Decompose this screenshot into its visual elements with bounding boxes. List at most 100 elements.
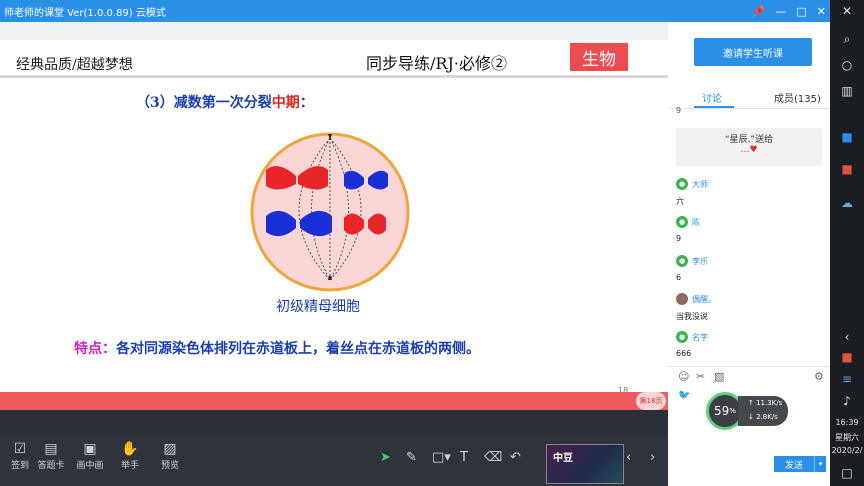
close-button[interactable]: ✕ <box>817 5 826 18</box>
emoji-icon[interactable]: ☺ <box>678 370 689 383</box>
send-options-chevron-icon[interactable]: ▾ <box>814 456 826 472</box>
header-divider <box>0 75 668 78</box>
pen-tool-icon[interactable]: ✎ <box>406 450 417 465</box>
slide-header-center: 同步导练/RJ·必修② <box>366 54 507 73</box>
thumbnail-label: 中豆 <box>553 453 573 464</box>
system-taskbar: ✕ ⌕ ○ ▥ ■ ■ ☁ ‹ ■ ≡ ♪ 16:39 星期六 2020/2/ … <box>830 0 864 486</box>
tray-sound-icon[interactable]: ♪ <box>836 394 858 408</box>
subtitle-highlight: 中期 <box>271 95 300 111</box>
chat-input-toolbar: ☺ ✂ ▧ ⚙ <box>668 366 830 386</box>
app-red-icon[interactable]: ■ <box>836 162 858 176</box>
tab-members[interactable]: 成员(135) <box>774 90 821 105</box>
feature-text: 各对同源染色体排列在赤道板上，着丝点在赤道板的两侧。 <box>116 341 480 357</box>
app-blue-icon[interactable]: ■ <box>836 130 858 144</box>
chevron-left-icon[interactable]: ‹ <box>626 450 631 465</box>
clock-time[interactable]: 16:39 <box>830 418 864 427</box>
tab-discussion[interactable]: 讨论 <box>702 90 722 105</box>
slide-bottom-strip <box>0 410 668 436</box>
upload-speed: ↑ 11.3K/s <box>748 399 783 407</box>
tool-label: 答题卡 <box>37 461 65 471</box>
app-cloud-icon[interactable]: ☁ <box>836 196 858 210</box>
clock-date: 2020/2/ <box>831 446 863 455</box>
window-title: 师老师的课堂 Ver(1.0.0.89) 云模式 <box>4 7 166 19</box>
shape-tool-icon[interactable]: □▾ <box>432 450 451 465</box>
gift-line: “星辰.”送给 <box>724 135 774 145</box>
chat-message: ● 名字 666 <box>676 331 826 358</box>
chat-text: 666 <box>676 349 692 358</box>
minimize-button[interactable]: — <box>775 5 786 18</box>
feature-label: 特点： <box>74 341 116 357</box>
chevron-right-icon[interactable]: › <box>650 450 655 465</box>
tool-preview[interactable]: ▨ 预览 <box>150 440 190 471</box>
slide-header-left: 经典品质/超越梦想 <box>16 57 133 73</box>
settings-gear-icon[interactable]: ⚙ <box>814 370 824 383</box>
pointer-tool-icon[interactable]: ➤ <box>380 450 391 465</box>
tool-picture-in-picture[interactable]: ▣ 画中画 <box>70 440 110 471</box>
wechat-avatar-icon: ● <box>676 331 688 343</box>
tool-label: 画中画 <box>76 461 104 471</box>
chat-sender[interactable]: 名字 <box>692 332 708 343</box>
tool-label: 举手 <box>120 461 139 471</box>
subtitle-prefix: （3）减数第一次分裂 <box>136 95 272 111</box>
tool-answer-card[interactable]: ▤ 答题卡 <box>31 440 71 471</box>
chat-text-top: 9 <box>676 106 682 115</box>
invite-students-button[interactable]: 邀请学生听课 <box>694 38 812 66</box>
chat-message: ● 李乐 6 <box>676 255 826 282</box>
chat-sender[interactable]: 李乐 <box>692 256 708 267</box>
wechat-avatar-icon: ● <box>676 216 688 228</box>
tool-label: 签到 <box>10 461 29 471</box>
chat-text: 9 <box>676 234 682 243</box>
feature-line: 特点：各对同源染色体排列在赤道板上，着丝点在赤道板的两侧。 <box>74 338 480 358</box>
gift-icon: …♥ <box>740 145 758 155</box>
chat-sender[interactable]: 大师 <box>692 179 708 190</box>
maximize-icon[interactable]: □ <box>796 5 806 18</box>
slide-canvas: 经典品质/超越梦想 同步导练/RJ·必修② 生物 （3）减数第一次分裂中期： 初… <box>0 40 668 410</box>
send-button[interactable]: 发送 <box>774 456 814 472</box>
video-thumbnail[interactable]: 中豆 <box>546 444 624 484</box>
network-speed-widget[interactable]: 59% ↑ 11.3K/s ↓ 2.8K/s <box>706 392 788 430</box>
clock-weekday: 星期六 <box>835 433 859 442</box>
pin-icon[interactable]: 📌 <box>752 5 766 18</box>
panel-tabs: 讨论 成员(135) <box>668 86 830 109</box>
page-badge: 第18页 <box>636 392 666 410</box>
notification-icon[interactable]: □ <box>836 466 858 480</box>
usage-percent-unit: % <box>729 407 736 415</box>
speed-readout: ↑ 11.3K/s ↓ 2.8K/s <box>738 396 788 426</box>
tool-label: 预览 <box>160 461 179 471</box>
window-controls: 📌 — □ ✕ <box>752 0 826 22</box>
picture-in-picture-icon: ▣ <box>83 441 97 457</box>
raise-hand-icon: ✋ <box>121 441 139 457</box>
wechat-avatar-icon: ● <box>676 178 688 190</box>
preview-icon: ▨ <box>163 441 177 457</box>
download-speed: ↓ 2.8K/s <box>748 413 778 421</box>
answer-card-icon: ▤ <box>44 441 58 457</box>
tray-network-icon[interactable]: ≡ <box>836 372 858 386</box>
chat-message: ● 陈 9 <box>676 216 826 243</box>
circle-icon[interactable]: ○ <box>836 58 858 72</box>
chat-sender[interactable]: 偶醒。 <box>692 294 716 305</box>
cell-diagram <box>250 132 410 292</box>
tray-expand-chevron-icon[interactable]: ‹ <box>836 330 858 344</box>
eraser-tool-icon[interactable]: ⌫ <box>484 450 502 465</box>
wechat-avatar-icon: ● <box>676 255 688 267</box>
search-icon[interactable]: ⌕ <box>836 32 858 47</box>
cell-label: 初级精母细胞 <box>276 299 360 315</box>
subject-badge: 生物 <box>570 43 628 71</box>
slide-top-strip <box>0 22 668 40</box>
title-bar: 师老师的课堂 Ver(1.0.0.89) 云模式 📌 — □ ✕ <box>0 0 830 22</box>
undo-icon[interactable]: ↶ <box>510 450 521 465</box>
tool-raise-hand[interactable]: ✋ 举手 <box>110 440 150 471</box>
bird-icon: 🐦 <box>678 390 691 401</box>
chat-sender[interactable]: 陈 <box>692 217 700 228</box>
task-view-icon[interactable]: ▥ <box>836 84 858 98</box>
image-icon[interactable]: ▧ <box>714 370 724 383</box>
chat-message: ● 大师 六 <box>676 178 826 207</box>
chat-text: 六 <box>676 197 684 206</box>
scissors-icon[interactable]: ✂ <box>696 370 705 383</box>
tab-divider <box>668 108 830 109</box>
slide-footer-bar <box>0 392 668 410</box>
usage-percent: 59 <box>714 404 730 418</box>
tray-app-icon[interactable]: ■ <box>836 350 858 364</box>
taskbar-close-icon[interactable]: ✕ <box>836 4 858 18</box>
text-tool-icon[interactable]: T <box>460 450 468 465</box>
